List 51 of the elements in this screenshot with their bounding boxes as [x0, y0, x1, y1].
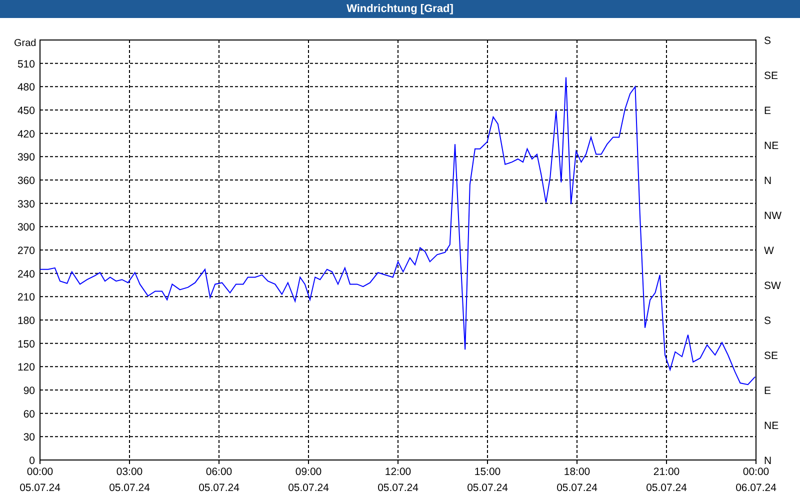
x-axis-date: 05.07.24 [556, 482, 598, 494]
compass-axis-label: E [764, 385, 772, 397]
x-axis-label: 09:00 [295, 466, 322, 478]
y-axis-label: 300 [17, 222, 35, 234]
x-axis-date: 05.07.24 [646, 482, 687, 494]
compass-axis-label: N [764, 455, 772, 467]
compass-axis-label: NW [764, 210, 782, 222]
x-axis-date: 05.07.24 [109, 482, 150, 494]
compass-axis-label: W [764, 245, 774, 257]
y-axis-label: 510 [17, 58, 35, 70]
x-axis-date: 05.07.24 [288, 482, 329, 494]
y-axis-label: 330 [17, 198, 35, 210]
x-axis-label: 00:00 [742, 466, 770, 478]
compass-axis-label: NE [764, 140, 779, 152]
compass-axis-label: N [764, 175, 772, 187]
x-axis-date: 05.07.24 [198, 482, 240, 494]
y-axis-label: 90 [23, 385, 35, 397]
compass-axis-label: SE [764, 350, 778, 362]
y-axis-label: 480 [17, 82, 35, 94]
y-axis-label: 150 [17, 338, 35, 350]
x-axis-label: 15:00 [474, 466, 501, 478]
x-axis-date: 05.07.24 [467, 482, 508, 494]
y-axis-label: 390 [17, 152, 35, 164]
y-axis-label: 240 [17, 268, 35, 280]
x-axis-label: 00:00 [26, 466, 54, 478]
compass-axis-label: SE [764, 70, 778, 82]
y-axis-label: 60 [23, 408, 35, 420]
compass-axis-label: S [764, 315, 772, 327]
y-axis-label: 420 [17, 128, 35, 140]
x-axis-label: 18:00 [564, 466, 590, 478]
y-axis-label: 360 [17, 175, 35, 187]
x-axis-date: 05.07.24 [20, 482, 60, 494]
y-axis-label: 0 [29, 455, 35, 467]
compass-axis-label: SW [764, 280, 781, 292]
y-axis-label: 270 [17, 245, 35, 257]
y-axis-label: 180 [17, 315, 35, 327]
compass-axis-label: E [764, 105, 772, 117]
x-axis-date: 05.07.24 [378, 482, 418, 494]
compass-axis-label: NE [764, 420, 779, 432]
window-title: Windrichtung [Grad] [0, 0, 800, 18]
x-axis-date: 06.07.24 [736, 482, 776, 494]
x-axis-label: 06:00 [206, 466, 232, 478]
y-axis-label: 450 [17, 105, 35, 117]
y-axis-label: 210 [17, 292, 35, 304]
y-axis-title: Grad [14, 38, 36, 49]
compass-axis-label: S [764, 35, 772, 47]
x-axis-label: 12:00 [384, 466, 412, 478]
x-axis-label: 21:00 [653, 466, 680, 478]
y-axis-label: 120 [17, 362, 35, 374]
x-axis-label: 03:00 [116, 466, 143, 478]
y-axis-label: 30 [23, 432, 35, 444]
